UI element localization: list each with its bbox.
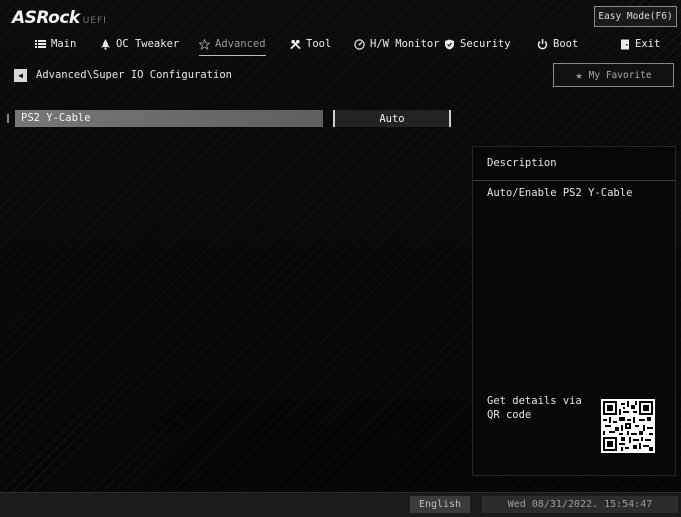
status-bar: English Wed 08/31/2022. 15:54:47 bbox=[0, 492, 681, 517]
gauge-icon bbox=[354, 38, 365, 50]
tab-label: Main bbox=[51, 38, 77, 50]
selection-marker bbox=[7, 114, 9, 123]
breadcrumb: ◀ Advanced\Super IO Configuration bbox=[14, 67, 232, 83]
setting-label: PS2 Y-Cable bbox=[21, 112, 91, 124]
my-favorite-button[interactable]: ★ My Favorite bbox=[553, 63, 674, 87]
datetime-display: Wed 08/31/2022. 15:54:47 bbox=[482, 496, 678, 513]
tab-tool[interactable]: Tool bbox=[290, 34, 331, 54]
tab-label: Exit bbox=[635, 38, 661, 50]
tab-security[interactable]: Security bbox=[444, 34, 511, 54]
tab-boot[interactable]: Boot bbox=[537, 34, 578, 54]
description-text: Auto/Enable PS2 Y-Cable bbox=[487, 187, 633, 199]
tools-icon bbox=[290, 39, 301, 50]
tab-label: Tool bbox=[306, 38, 332, 50]
language-button[interactable]: English bbox=[410, 496, 470, 513]
tab-oc-tweaker[interactable]: OC Tweaker bbox=[100, 34, 179, 54]
decorative-stripes bbox=[0, 300, 220, 492]
breadcrumb-path: Advanced\Super IO Configuration bbox=[36, 69, 232, 81]
my-favorite-label: My Favorite bbox=[588, 69, 652, 81]
brand-logo: ASRock UEFI bbox=[12, 8, 107, 28]
qr-caption: Get details via QR code bbox=[487, 395, 582, 421]
tab-advanced[interactable]: Advanced bbox=[199, 34, 266, 56]
tab-exit[interactable]: Exit bbox=[619, 34, 660, 54]
divider bbox=[473, 180, 675, 181]
rocket-icon bbox=[100, 38, 111, 50]
tab-main[interactable]: Main bbox=[35, 34, 76, 54]
star-icon bbox=[199, 38, 210, 50]
tab-hw-monitor[interactable]: H/W Monitor bbox=[354, 34, 440, 54]
shield-icon bbox=[444, 39, 455, 50]
main-menu: Main OC Tweaker Advanced Tool H/W Monito… bbox=[0, 34, 681, 56]
easy-mode-button[interactable]: Easy Mode(F6) bbox=[594, 6, 677, 27]
tab-label: H/W Monitor bbox=[370, 38, 440, 50]
door-icon bbox=[619, 39, 630, 50]
description-panel: Description Auto/Enable PS2 Y-Cable Get … bbox=[472, 146, 676, 476]
description-title: Description bbox=[487, 157, 557, 169]
qr-code bbox=[601, 399, 655, 453]
power-icon bbox=[537, 38, 548, 50]
back-arrow-icon[interactable]: ◀ bbox=[14, 68, 27, 82]
star-icon: ★ bbox=[575, 68, 583, 82]
tab-label: OC Tweaker bbox=[116, 38, 180, 50]
tab-label: Security bbox=[460, 38, 511, 50]
tab-label: Boot bbox=[553, 38, 579, 50]
tab-label: Advanced bbox=[215, 38, 266, 50]
list-icon bbox=[35, 39, 46, 50]
setting-value-select[interactable]: Auto bbox=[333, 110, 451, 127]
